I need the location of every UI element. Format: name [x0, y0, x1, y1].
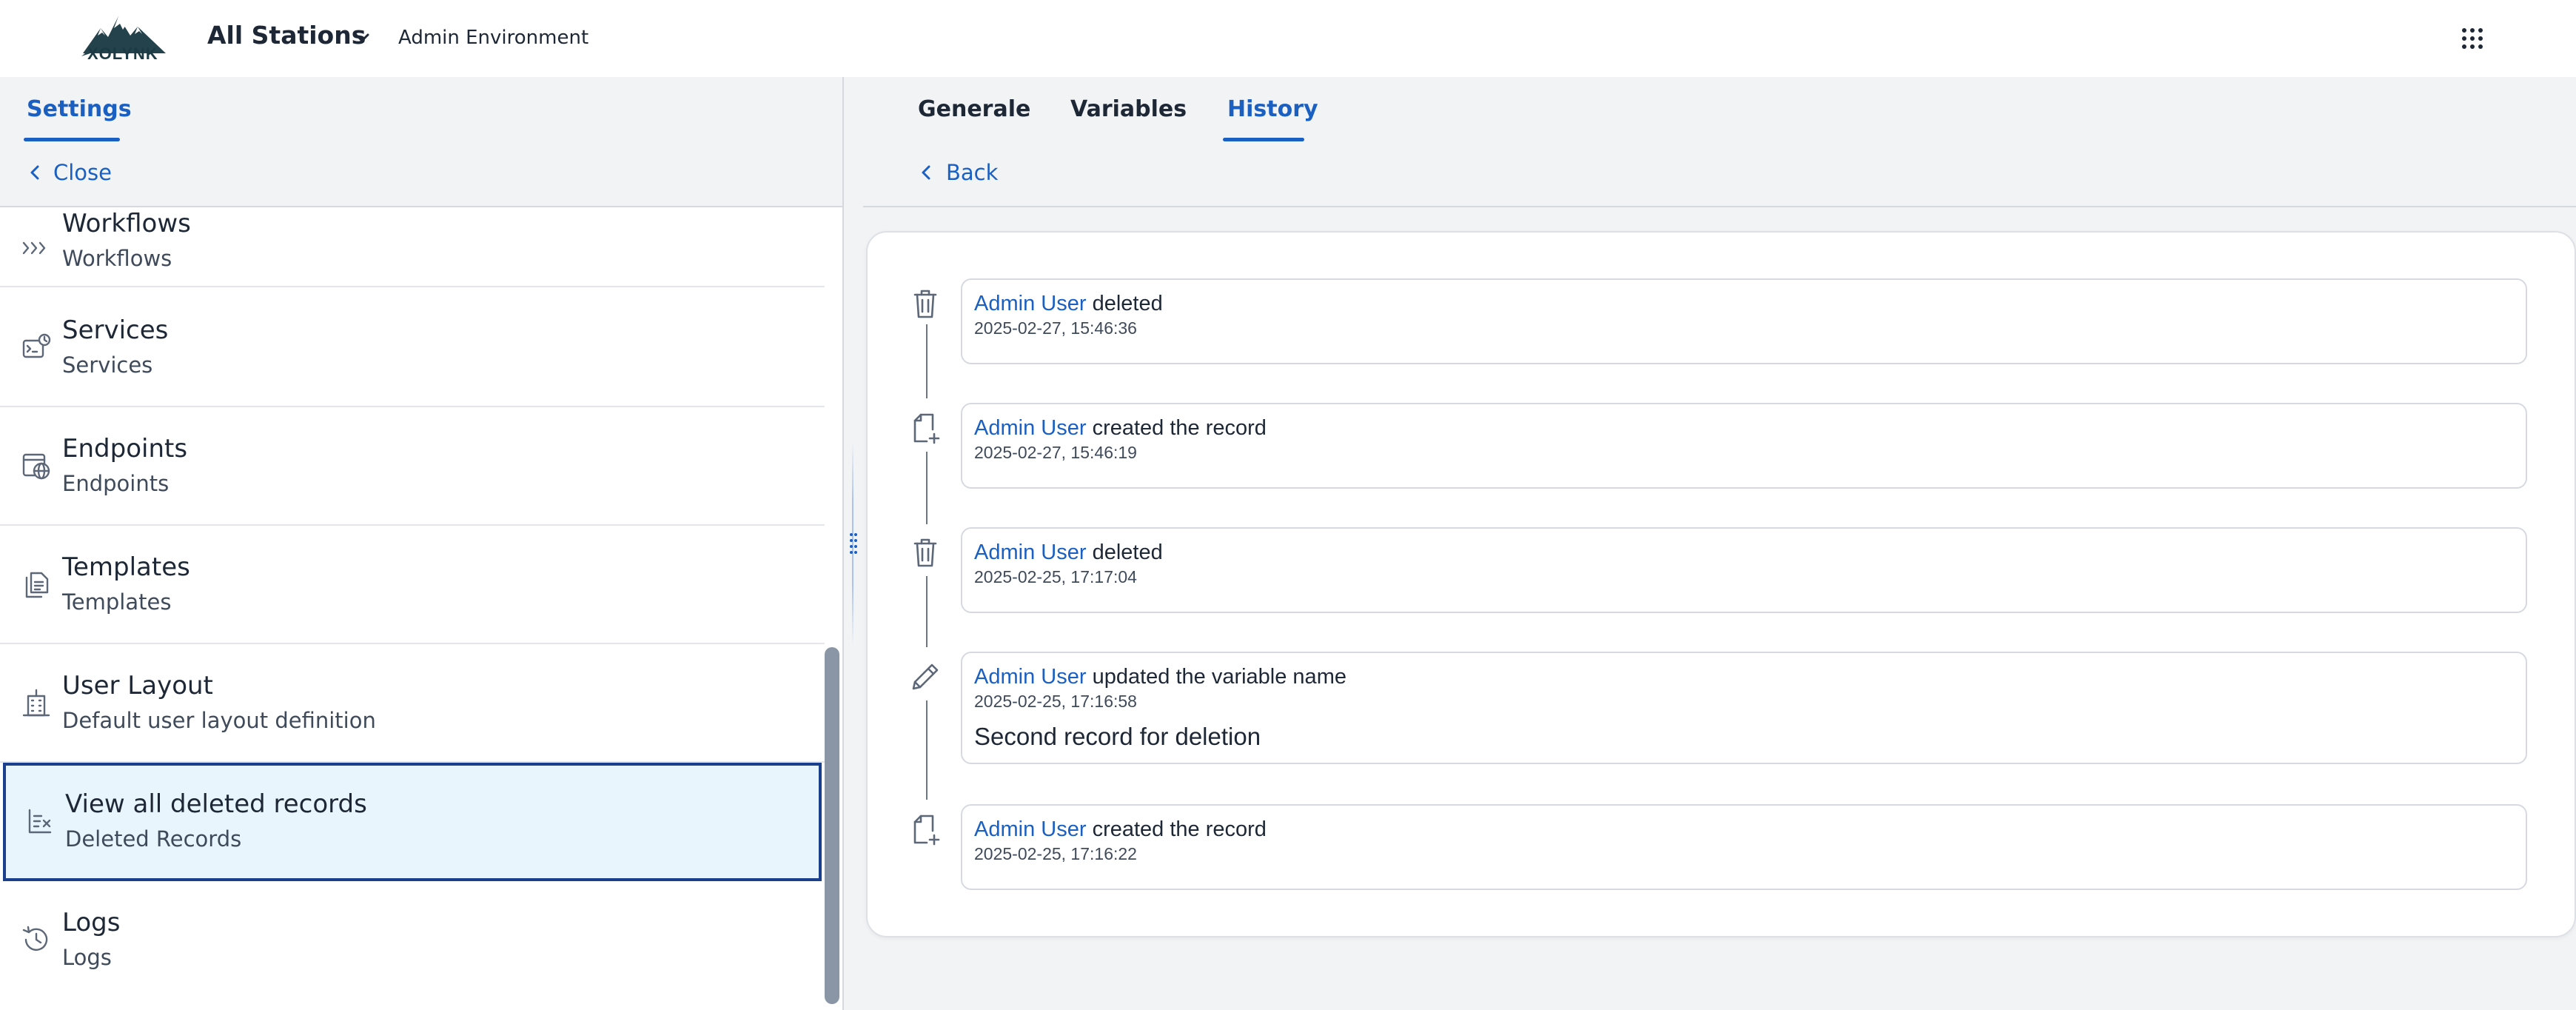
settings-item-subtitle: Default user layout definition — [62, 708, 376, 733]
settings-item-subtitle: Services — [62, 352, 153, 378]
history-action: created the record — [1092, 416, 1267, 440]
settings-scrollbar[interactable] — [825, 647, 839, 1004]
history-entry-summary: Admin User deleted — [974, 541, 1163, 565]
history-tab-indicator — [1223, 138, 1304, 141]
tab-settings[interactable]: Settings — [27, 96, 132, 122]
settings-tab-indicator — [24, 138, 120, 141]
settings-item-templates[interactable]: Templates Templates — [0, 526, 825, 644]
history-user-link[interactable]: Admin User — [974, 416, 1087, 440]
history-action: deleted — [1092, 541, 1163, 564]
history-action: updated the variable name — [1092, 665, 1346, 689]
timeline-connector — [926, 576, 928, 647]
environment-label: Admin Environment — [398, 27, 589, 49]
back-label: Back — [946, 160, 999, 185]
settings-item-subtitle: Endpoints — [62, 471, 170, 496]
settings-item-user-layout[interactable]: User Layout Default user layout definiti… — [0, 644, 825, 763]
settings-header: Settings Close — [0, 77, 842, 207]
history-entry-summary: Admin User updated the variable name — [974, 665, 1346, 689]
settings-item-title: View all deleted records — [65, 789, 367, 819]
timeline-connector — [926, 700, 928, 800]
tab-generale[interactable]: Generale — [918, 96, 1030, 122]
history-timestamp: 2025-02-25, 17:16:22 — [974, 844, 1137, 863]
history-entry-summary: Admin User deleted — [974, 292, 1163, 316]
record-header: Generale Variables History Back — [863, 77, 2576, 207]
settings-list: Workflows Workflows Services Services En… — [0, 209, 825, 994]
chevron-down-icon[interactable] — [352, 28, 372, 47]
back-button[interactable]: Back — [919, 160, 998, 185]
services-icon — [22, 333, 51, 358]
workflow-icon — [22, 241, 46, 255]
settings-item-subtitle: Logs — [62, 945, 112, 970]
history-clock-icon — [22, 926, 48, 951]
logo-text: XOLYNK — [87, 44, 158, 63]
history-entry: Admin User updated the variable name 202… — [961, 652, 2527, 764]
settings-item-title: Logs — [62, 908, 121, 937]
history-detail: Second record for deletion — [974, 723, 1261, 750]
history-action: deleted — [1092, 292, 1163, 315]
close-label: Close — [53, 160, 112, 185]
settings-item-deleted-records[interactable]: View all deleted records Deleted Records — [3, 763, 822, 881]
close-button[interactable]: Close — [28, 160, 112, 185]
history-entry-summary: Admin User created the record — [974, 416, 1267, 441]
settings-item-subtitle: Deleted Records — [65, 826, 242, 852]
history-user-link[interactable]: Admin User — [974, 665, 1087, 689]
settings-panel: Settings Close Workflows Workflows Servi… — [0, 77, 842, 1010]
history-timestamp: 2025-02-27, 15:46:19 — [974, 443, 1137, 462]
settings-item-title: Templates — [62, 552, 190, 582]
building-icon — [22, 689, 50, 717]
settings-item-title: User Layout — [62, 671, 213, 700]
chevron-left-icon — [30, 165, 39, 180]
timeline-connector — [926, 452, 928, 524]
history-entry: Admin User created the record 2025-02-25… — [961, 804, 2527, 890]
file-plus-icon — [913, 413, 940, 444]
settings-item-subtitle: Workflows — [62, 246, 172, 271]
history-entry-summary: Admin User created the record — [974, 817, 1267, 842]
history-timestamp: 2025-02-27, 15:46:36 — [974, 318, 1137, 338]
trash-icon — [913, 538, 937, 567]
chevron-left-icon — [922, 165, 930, 180]
settings-item-title: Workflows — [62, 209, 191, 238]
history-timestamp: 2025-02-25, 17:17:04 — [974, 567, 1137, 586]
timeline-connector — [926, 324, 928, 398]
settings-item-workflows[interactable]: Workflows Workflows — [0, 209, 825, 287]
history-user-link[interactable]: Admin User — [974, 817, 1087, 841]
settings-item-services[interactable]: Services Services — [0, 289, 825, 407]
top-bar: XOLYNK All Stations Admin Environment — [0, 0, 2576, 77]
file-plus-icon — [913, 815, 940, 846]
trash-icon — [913, 290, 937, 318]
history-timestamp: 2025-02-25, 17:16:58 — [974, 692, 1137, 711]
history-entry: Admin User created the record 2025-02-27… — [961, 403, 2527, 489]
settings-item-subtitle: Templates — [62, 589, 172, 615]
apps-grid-icon[interactable] — [2461, 27, 2484, 50]
templates-icon — [25, 572, 49, 598]
endpoints-icon — [22, 453, 50, 480]
tab-history[interactable]: History — [1227, 96, 1318, 122]
history-user-link[interactable]: Admin User — [974, 292, 1087, 315]
settings-item-title: Services — [62, 315, 169, 345]
settings-item-title: Endpoints — [62, 434, 188, 464]
history-action: created the record — [1092, 817, 1267, 841]
history-entry: Admin User deleted 2025-02-25, 17:17:04 — [961, 527, 2527, 613]
settings-item-logs[interactable]: Logs Logs — [0, 881, 825, 994]
pencil-icon — [912, 663, 939, 690]
tab-variables[interactable]: Variables — [1070, 96, 1187, 122]
history-entry: Admin User deleted 2025-02-27, 15:46:36 — [961, 278, 2527, 364]
station-selector[interactable]: All Stations — [207, 21, 366, 50]
settings-item-endpoints[interactable]: Endpoints Endpoints — [0, 407, 825, 526]
drag-handle-icon[interactable] — [848, 530, 859, 557]
deleted-records-icon — [28, 809, 52, 834]
history-user-link[interactable]: Admin User — [974, 541, 1087, 564]
